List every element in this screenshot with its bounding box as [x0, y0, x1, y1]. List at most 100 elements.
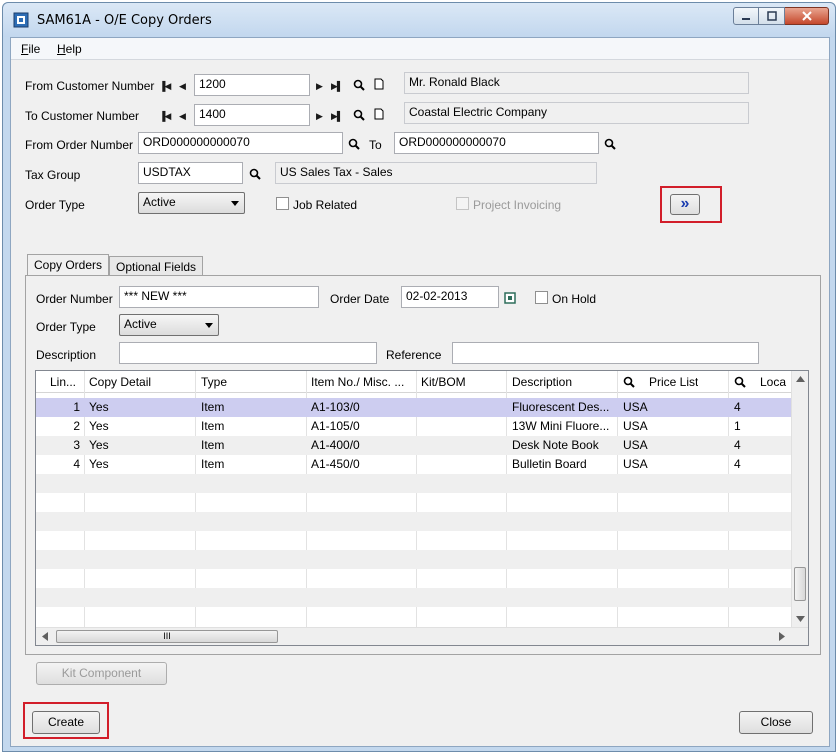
copy-order-type-select[interactable]: Active [119, 314, 219, 336]
table-row[interactable] [36, 512, 792, 531]
reference-input[interactable] [452, 342, 759, 364]
reference-label: Reference [386, 348, 442, 362]
table-row[interactable] [36, 531, 792, 550]
from-customer-input[interactable]: 1200 [194, 74, 310, 96]
chevron-down-icon [231, 201, 239, 206]
title-bar[interactable]: SAM61A - O/E Copy Orders [3, 3, 835, 37]
scroll-down-icon[interactable] [796, 615, 805, 623]
tax-group-input[interactable]: USDTAX [138, 162, 243, 184]
cell-line: 1 [73, 400, 80, 414]
table-row[interactable]: 1 Yes Item A1-103/0 Fluorescent Des... U… [36, 398, 792, 417]
finder-icon[interactable] [249, 168, 261, 180]
table-row[interactable] [36, 607, 792, 626]
cell-type: Item [201, 419, 225, 433]
finder-icon[interactable] [623, 376, 635, 388]
finder-icon[interactable] [604, 138, 616, 150]
cell-copy-detail: Yes [89, 457, 109, 471]
cell-copy-detail: Yes [89, 400, 109, 414]
cell-description: Desk Note Book [512, 438, 599, 452]
order-type-select[interactable]: Active [138, 192, 245, 214]
first-record-icon[interactable]: ▐◀ [159, 81, 171, 92]
highlight-box-expand [660, 186, 722, 223]
highlight-box-create [23, 702, 109, 739]
job-related-label: Job Related [293, 198, 358, 212]
from-order-input[interactable]: ORD000000000070 [138, 132, 343, 154]
finder-icon[interactable] [353, 109, 365, 121]
table-row[interactable] [36, 474, 792, 493]
finder-icon[interactable] [353, 79, 365, 91]
column-header-price-list[interactable]: Price List [649, 375, 698, 389]
order-lines-grid: Lin... Copy Detail Type Item No./ Misc. … [35, 370, 809, 646]
column-header-description[interactable]: Description [512, 375, 572, 389]
column-header-location[interactable]: Loca [760, 375, 792, 389]
first-record-icon[interactable]: ▐◀ [159, 111, 171, 122]
cell-item: A1-400/0 [311, 438, 360, 452]
next-record-icon[interactable]: ▶ [316, 81, 323, 92]
cell-location: 1 [734, 419, 741, 433]
horizontal-scrollbar[interactable]: III [36, 627, 808, 645]
order-number-input[interactable]: *** NEW *** [119, 286, 319, 308]
table-row[interactable] [36, 493, 792, 512]
column-header-kit-bom[interactable]: Kit/BOM [421, 375, 466, 389]
previous-record-icon[interactable]: ◀ [179, 111, 186, 122]
app-icon [13, 12, 29, 28]
next-record-icon[interactable]: ▶ [316, 111, 323, 122]
last-record-icon[interactable]: ▶▌ [331, 111, 343, 122]
from-customer-label: From Customer Number [25, 79, 155, 93]
window-title: SAM61A - O/E Copy Orders [37, 13, 212, 28]
cell-description: Bulletin Board [512, 457, 587, 471]
table-row[interactable] [36, 588, 792, 607]
table-row[interactable] [36, 550, 792, 569]
scroll-right-icon[interactable] [778, 632, 786, 641]
cell-item: A1-105/0 [311, 419, 360, 433]
job-related-checkbox[interactable] [276, 197, 289, 210]
previous-record-icon[interactable]: ◀ [179, 81, 186, 92]
cell-price-list: USA [623, 438, 648, 452]
cell-line: 4 [73, 457, 80, 471]
cell-description: 13W Mini Fluore... [512, 419, 610, 433]
close-window-button[interactable] [785, 7, 829, 25]
column-header-type[interactable]: Type [201, 375, 227, 389]
calendar-icon[interactable] [504, 292, 516, 304]
column-header-item-no[interactable]: Item No./ Misc. ... [311, 375, 411, 389]
to-customer-input[interactable]: 1400 [194, 104, 310, 126]
minimize-button[interactable] [733, 7, 759, 25]
menu-file[interactable]: File [21, 42, 40, 56]
order-type-selected: Active [143, 195, 176, 209]
order-number-label: Order Number [36, 292, 113, 306]
scroll-left-icon[interactable] [41, 632, 49, 641]
cell-item: A1-450/0 [311, 457, 360, 471]
column-header-line[interactable]: Lin... [50, 375, 82, 389]
table-row[interactable]: 2 Yes Item A1-105/0 13W Mini Fluore... U… [36, 417, 792, 436]
project-invoicing-label: Project Invoicing [473, 198, 562, 212]
on-hold-checkbox[interactable] [535, 291, 548, 304]
kit-component-button[interactable]: Kit Component [36, 662, 167, 685]
project-invoicing-checkbox[interactable] [456, 197, 469, 210]
menu-help[interactable]: Help [57, 42, 82, 56]
table-row[interactable]: 3 Yes Item A1-400/0 Desk Note Book USA 4 [36, 436, 792, 455]
order-type-label-2: Order Type [36, 320, 96, 334]
description-label: Description [36, 348, 97, 362]
cell-price-list: USA [623, 400, 648, 414]
from-order-label: From Order Number [25, 138, 134, 152]
order-date-label: Order Date [330, 292, 390, 306]
vertical-scrollbar[interactable] [791, 371, 808, 627]
maximize-button[interactable] [759, 7, 785, 25]
column-header-copy-detail[interactable]: Copy Detail [89, 375, 151, 389]
maximize-icon [766, 11, 777, 21]
description-input[interactable] [119, 342, 377, 364]
cell-price-list: USA [623, 457, 648, 471]
close-button[interactable]: Close [739, 711, 813, 734]
finder-icon[interactable] [734, 376, 746, 388]
new-document-icon[interactable] [373, 108, 385, 120]
scroll-up-icon[interactable] [796, 375, 805, 383]
horizontal-scroll-thumb[interactable]: III [56, 630, 278, 643]
finder-icon[interactable] [348, 138, 360, 150]
table-row[interactable] [36, 569, 792, 588]
to-order-input[interactable]: ORD000000000070 [394, 132, 599, 154]
order-date-input[interactable]: 02-02-2013 [401, 286, 499, 308]
last-record-icon[interactable]: ▶▌ [331, 81, 343, 92]
table-row[interactable]: 4 Yes Item A1-450/0 Bulletin Board USA 4 [36, 455, 792, 474]
new-document-icon[interactable] [373, 78, 385, 90]
vertical-scroll-thumb[interactable] [794, 567, 806, 601]
